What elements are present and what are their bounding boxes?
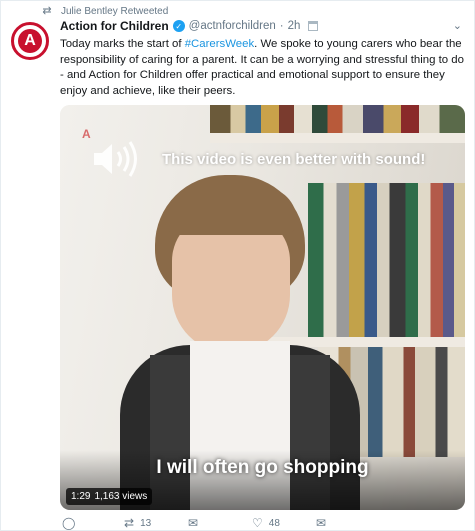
verified-badge-icon: ✓ bbox=[172, 20, 185, 32]
share-button[interactable]: ✉ bbox=[316, 517, 326, 529]
chevron-down-icon[interactable]: ⌄ bbox=[453, 19, 462, 32]
heart-icon: ♡ bbox=[252, 516, 263, 530]
like-button[interactable]: ♡ 48 bbox=[252, 517, 280, 529]
tweet-text-line: Today marks the start of #CarersWeek. We… bbox=[60, 37, 465, 53]
tweet-text-line: responsibility of caring for a parent. I… bbox=[60, 53, 464, 66]
separator-dot: · bbox=[279, 20, 284, 32]
reply-button[interactable]: ◯ bbox=[62, 517, 75, 529]
video-player[interactable]: A This video is even better with sound! … bbox=[60, 105, 465, 510]
video-duration: 1:29 bbox=[71, 491, 91, 502]
tweet-header: Action for Children ✓ @actnforchildren ·… bbox=[60, 18, 319, 34]
avatar-logo: A bbox=[18, 29, 42, 53]
retweet-icon: ⇄ bbox=[42, 5, 52, 17]
dm-button[interactable]: ✉ bbox=[188, 517, 198, 529]
retweet-icon: ⇄ bbox=[124, 516, 135, 530]
tweet-text-line: - and Action for Children offer practica… bbox=[60, 69, 445, 82]
retweet-context: ⇄ Julie Bentley Retweeted bbox=[41, 4, 168, 18]
avatar[interactable]: A bbox=[11, 22, 49, 60]
speaker-icon[interactable] bbox=[90, 139, 144, 179]
retweet-text: Julie Bentley Retweeted bbox=[61, 5, 169, 17]
reply-icon: ◯ bbox=[62, 516, 76, 530]
author-handle[interactable]: @actnforchildren bbox=[189, 20, 276, 32]
unmute-prompt[interactable]: This video is even better with sound! bbox=[90, 139, 460, 179]
video-views: 1,163 views bbox=[94, 491, 148, 502]
mail-icon: ✉ bbox=[188, 516, 199, 530]
retweet-button[interactable]: ⇄ 13 bbox=[124, 517, 151, 529]
tweet-actions: ◯ ⇄ 13 ✉ ♡ 48 ✉ bbox=[60, 517, 465, 531]
tweet-text-line: enjoy and achieve, like their peers. bbox=[60, 84, 236, 97]
video-subtitle: I will often go shopping bbox=[156, 457, 369, 478]
hashtag-link[interactable]: #CarersWeek bbox=[185, 38, 254, 50]
book-row bbox=[308, 183, 465, 337]
text-span: Today marks the start of bbox=[60, 38, 185, 50]
fringe bbox=[165, 187, 297, 235]
tweet-timestamp[interactable]: 2h bbox=[288, 20, 301, 32]
tweet-text: Today marks the start of #CarersWeek. We… bbox=[60, 37, 465, 99]
author-name[interactable]: Action for Children bbox=[60, 19, 169, 33]
sound-message: This video is even better with sound! bbox=[162, 150, 426, 168]
book-row bbox=[210, 105, 465, 133]
tweet-card[interactable]: ⇄ Julie Bentley Retweeted A Action for C… bbox=[0, 0, 475, 531]
envelope-icon: ✉ bbox=[316, 516, 327, 530]
video-stats-badge: 1:29 1,163 views bbox=[66, 488, 153, 505]
like-count: 48 bbox=[268, 517, 280, 529]
calendar-icon bbox=[308, 21, 319, 31]
retweet-count: 13 bbox=[140, 517, 152, 529]
text-span: . We spoke to young carers who bear the bbox=[254, 38, 462, 50]
